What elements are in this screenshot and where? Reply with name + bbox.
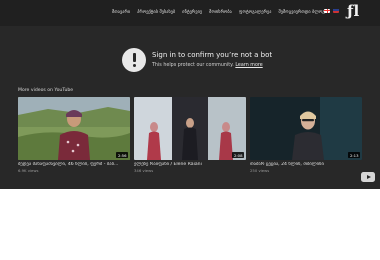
video-views: 250 views: [250, 168, 270, 173]
signin-subtitle-text: This helps protect our community.: [152, 63, 234, 68]
video-thumbnail-image: [250, 97, 362, 160]
video-duration: 2:13: [348, 152, 360, 158]
video-title[interactable]: მედეა მანაფაძავილი, 46 წლის, ფერმ - ბაბ.…: [18, 162, 130, 167]
video-duration: 2:56: [116, 152, 128, 158]
language-switcher: [324, 8, 339, 13]
youtube-logo-icon[interactable]: [361, 172, 375, 182]
video-thumbnail[interactable]: 2:13: [250, 97, 362, 160]
nav-item-story[interactable]: მოთხრობა: [209, 9, 232, 14]
video-card[interactable]: 2:13 თამარ ცეცია, 24 წლის, თბილისი 250 v…: [250, 97, 362, 173]
learn-more-link[interactable]: Learn more: [235, 63, 262, 68]
nav-item-about[interactable]: პროექტის შესახებ: [137, 9, 175, 14]
nav-item-gallery[interactable]: ფოტოგალერეა: [239, 9, 272, 14]
nav-item-blog[interactable]: შემოგვიერთდი ბლოგი: [279, 9, 328, 14]
video-views: 6.9K views: [18, 168, 39, 173]
youtube-embed: Sign in to confirm you’re not a bot This…: [0, 26, 380, 189]
video-thumbnail[interactable]: 2:56: [18, 97, 130, 160]
video-thumbnail-image: [18, 97, 130, 160]
video-thumbnail[interactable]: 2:08: [134, 97, 246, 160]
video-title[interactable]: თამარ ცეცია, 24 წლის, თბილისი: [250, 162, 362, 167]
video-title[interactable]: ელენე რაიფანი / Elene Raiani: [134, 162, 246, 167]
nav-item-home[interactable]: მთავარი: [112, 9, 130, 14]
video-duration: 2:08: [232, 152, 244, 158]
video-views: 346 views: [134, 168, 154, 173]
video-thumbnail-image: [134, 97, 246, 160]
main-nav: მთავარი პროექტის შესახებ ინტერვიუ მოთხრო…: [112, 9, 327, 14]
alert-circle-icon: [122, 48, 146, 72]
geo-flag-icon[interactable]: [324, 8, 330, 13]
signin-title: Sign in to confirm you’re not a bot: [152, 51, 273, 59]
nav-item-interview[interactable]: ინტერვიუ: [182, 9, 202, 14]
english-flag-icon[interactable]: [333, 8, 339, 13]
site-header: მთავარი პროექტის შესახებ ინტერვიუ მოთხრო…: [0, 0, 380, 26]
signin-subtitle: This helps protect our community. Learn …: [152, 63, 263, 68]
site-logo[interactable]: ƒl: [347, 4, 359, 19]
video-card[interactable]: 2:08 ელენე რაიფანი / Elene Raiani 346 vi…: [134, 97, 246, 173]
video-card[interactable]: 2:56 მედეა მანაფაძავილი, 46 წლის, ფერმ -…: [18, 97, 130, 173]
more-videos-label: More videos on YouTube: [18, 88, 74, 93]
